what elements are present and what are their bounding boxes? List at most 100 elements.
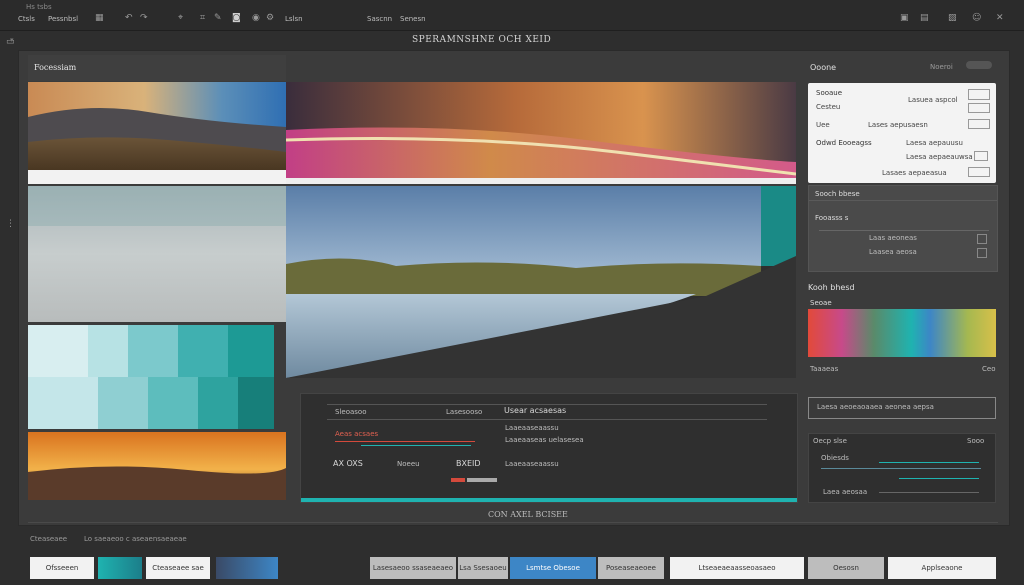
color-gradient-picker[interactable] (808, 309, 996, 357)
window-icon[interactable]: ▣ (900, 14, 909, 23)
menu-item-2[interactable]: Pessnbsl (48, 15, 78, 23)
redo-icon[interactable]: ↷ (140, 14, 148, 23)
data-stat-1: AX OXS (333, 459, 363, 468)
data-red-swatch (451, 478, 465, 482)
user-icon[interactable]: ☺ (972, 14, 981, 23)
filters-label: Fooasss s (815, 214, 849, 222)
data-row-a: Laaeaaseaassu (505, 424, 559, 432)
window-title-bar: SPERAMNSHNE OCH XEID (18, 30, 1008, 50)
bottom-button-7[interactable]: Ltseaeaeaasseoasaeo (670, 557, 804, 579)
bottom-button-9[interactable]: Applseaone (888, 557, 996, 579)
bottom-swatch-blue[interactable] (216, 557, 278, 579)
thumbnail-orange-horizon[interactable] (28, 432, 286, 500)
mini-chart-label: Obiesds (821, 454, 849, 462)
menu-item-1[interactable]: Ctsls (18, 15, 35, 23)
properties-title: Sooaue (816, 89, 843, 97)
bottom-button-6[interactable]: Poseaseaeoee (598, 557, 664, 579)
properties-row2-value: Lases aepusaesn (868, 121, 928, 129)
menubar: Hs tsbs Ctsls Pessnbsl Lslsn Sascnn Sene… (0, 0, 1024, 31)
layers-icon[interactable]: ▤ (920, 14, 929, 23)
filters-row2-check[interactable] (977, 248, 987, 258)
close-icon[interactable]: ✕ (996, 14, 1004, 23)
undo-icon[interactable]: ↶ (125, 14, 133, 23)
filters-row1-check[interactable] (977, 234, 987, 244)
eye-icon[interactable]: ◉ (252, 14, 260, 23)
app-label: Hs tsbs (26, 3, 52, 11)
gradient-caption: Taaaeas (810, 365, 839, 373)
filters-row2: Laasea aeosa (869, 248, 917, 256)
gradient-label: Seoae (810, 299, 832, 307)
brush-icon[interactable]: ✎ (214, 14, 222, 23)
camera-icon[interactable]: ◙ (232, 14, 241, 23)
data-progress-bar (301, 498, 797, 502)
bottom-swatch-teal[interactable] (98, 557, 142, 579)
right-panel: Ooone Noeroi Sooaue Cesteu Lasuea aspcol… (806, 55, 998, 503)
search-field[interactable]: Laesa aeoeaoaaea aeonea aepsa (808, 397, 996, 419)
hero-banner[interactable] (286, 82, 796, 184)
bottom-button-3[interactable]: Lasesaeoo ssaseaeaeo (370, 557, 456, 579)
grey-overcast-image (28, 186, 286, 322)
properties-row2-input[interactable] (968, 119, 990, 129)
tools-icon[interactable]: ⋮ (6, 220, 15, 229)
settings-icon[interactable]: ⚙ (266, 14, 274, 23)
mini-chart-card: Oecp slse Sooo Obiesds Laea aeosaa (808, 433, 996, 503)
landscape-canvas[interactable] (286, 186, 796, 378)
properties-row1-value: Lasuea aspcol (908, 96, 958, 104)
bottom-button-2[interactable]: Cteaseaee sae (146, 557, 210, 579)
lake-landscape-image (286, 186, 796, 378)
teal-mosaic-image (28, 325, 274, 429)
right-panel-header-button[interactable]: Noeroi (930, 63, 953, 71)
bottom-button-4[interactable]: Lsa Ssesaoeu (458, 557, 508, 579)
mini-chart-value: Sooo (967, 437, 985, 445)
orange-horizon-image (28, 432, 286, 500)
properties-badge[interactable] (968, 89, 990, 100)
bottom-button-1[interactable]: Ofsseeen (30, 557, 94, 579)
right-panel-toggle[interactable] (966, 61, 992, 69)
data-grey-swatch (467, 478, 497, 482)
mini-chart-line-2 (821, 468, 981, 469)
filters-title: Sooch bbese (815, 190, 860, 198)
thumbnail-teal-mosaic[interactable] (28, 325, 274, 429)
gradient-title: Kooh bhesd (808, 283, 855, 292)
data-header-right: Usear acsaesas (504, 406, 567, 415)
data-teal-line (361, 445, 471, 446)
canvas-footer-divider (28, 522, 998, 523)
properties-row4-value: Laesa aepaeauwsa (906, 153, 973, 161)
data-header-mid: Lasesooso (446, 408, 483, 416)
window-corner-icon[interactable]: ▾ (10, 36, 14, 44)
properties-card: Sooaue Cesteu Lasuea aspcol Uee Lases ae… (808, 83, 996, 183)
properties-row1-input[interactable] (968, 103, 990, 113)
mini-chart-line-3 (899, 478, 979, 479)
grid-icon[interactable]: ▦ (95, 14, 104, 23)
crop-icon[interactable]: ⌗ (200, 14, 205, 23)
status-label: Cteaseaee (30, 535, 68, 543)
menu-item-3[interactable]: Lslsn (285, 15, 303, 23)
thumbnail-grey-overcast[interactable] (28, 186, 286, 322)
bottom-button-5-active[interactable]: Lsmtse Obesoe (510, 557, 596, 579)
properties-row2-label: Uee (816, 121, 830, 129)
window-title: SPERAMNSHNE OCH XEID (412, 35, 552, 45)
properties-section2: Odwd Eooeagss (816, 139, 872, 147)
bottom-button-8[interactable]: Oesosn (808, 557, 884, 579)
data-stat-3: BXEID (456, 459, 481, 468)
filters-card: Sooch bbese Fooasss s Laas aeoneas Laase… (808, 185, 998, 272)
data-row-c: Laaeaaseaassu (505, 460, 559, 468)
data-stat-2: Noeeu (397, 460, 420, 468)
mini-chart-legend: Laea aeosaa (823, 488, 868, 496)
properties-row5-input[interactable] (968, 167, 990, 177)
image-icon[interactable]: ▨ (948, 14, 957, 23)
properties-row4-input[interactable] (974, 151, 988, 161)
gradient-value: Ceo (982, 365, 996, 373)
menu-item-5[interactable]: Senesn (400, 15, 426, 23)
data-red-label: Aeas acsaes (335, 430, 379, 438)
thumbnail-mountain-sunset[interactable] (28, 82, 286, 184)
menu-item-4[interactable]: Sascnn (367, 15, 392, 23)
data-panel: Sleoasoo Lasesooso Usear acsaesas Aeas a… (300, 393, 798, 503)
left-panel-title: Focessiam (34, 63, 77, 72)
data-header-left: Sleoasoo (335, 408, 367, 416)
properties-row5-value: Lasaes aepaeasua (882, 169, 947, 177)
left-panel-header: Focessiam (28, 55, 286, 81)
mini-chart-title: Oecp slse (813, 437, 847, 445)
mountain-sunset-image (28, 82, 286, 184)
pin-icon[interactable]: ⌖ (178, 14, 183, 23)
